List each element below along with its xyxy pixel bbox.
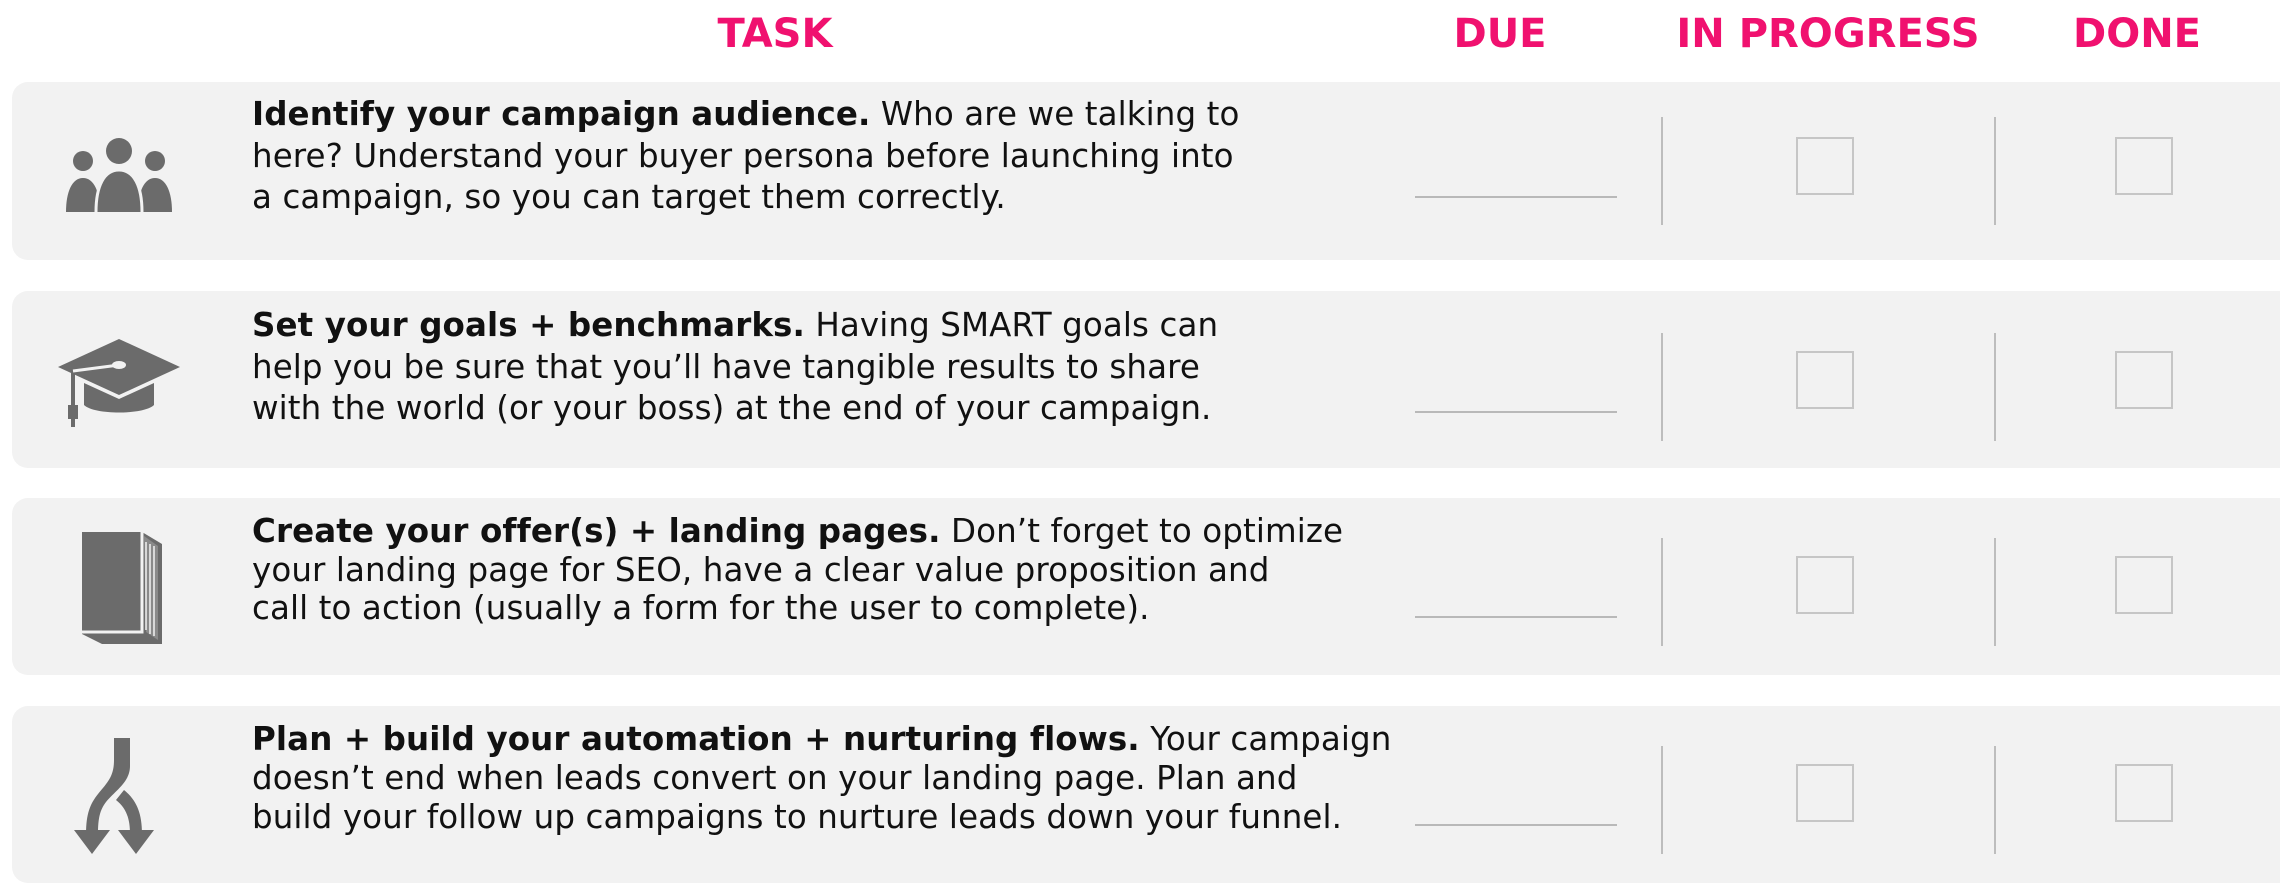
due-date-field[interactable] bbox=[1415, 196, 1617, 198]
graduation-cap-icon bbox=[54, 311, 184, 441]
header-done: DONE bbox=[2072, 11, 2201, 57]
task-row-automation: Plan + build your automation + nurturing… bbox=[12, 706, 2280, 883]
task-title: Plan + build your automation + nurturing… bbox=[252, 720, 1140, 758]
in-progress-checkbox[interactable] bbox=[1796, 137, 1854, 195]
task-title: Create your offer(s) + landing pages. bbox=[252, 512, 941, 550]
task-row-goals: Set your goals + benchmarks. Having SMAR… bbox=[12, 291, 2280, 468]
people-icon bbox=[54, 106, 184, 236]
task-description: Set your goals + benchmarks. Having SMAR… bbox=[252, 306, 1219, 427]
task-description: Identify your campaign audience. Who are… bbox=[252, 95, 1240, 216]
done-checkbox[interactable] bbox=[2115, 556, 2173, 614]
task-title: Set your goals + benchmarks. bbox=[252, 306, 805, 344]
column-divider bbox=[1994, 333, 1996, 441]
split-arrows-icon bbox=[54, 730, 184, 860]
header-task: TASK bbox=[717, 11, 833, 57]
task-row-offers: Create your offer(s) + landing pages. Do… bbox=[12, 498, 2280, 675]
task-title: Identify your campaign audience. bbox=[252, 95, 871, 133]
column-divider bbox=[1661, 538, 1663, 646]
done-checkbox[interactable] bbox=[2115, 764, 2173, 822]
column-divider bbox=[1661, 117, 1663, 225]
column-divider bbox=[1994, 746, 1996, 854]
done-checkbox[interactable] bbox=[2115, 351, 2173, 409]
column-divider bbox=[1994, 117, 1996, 225]
task-description: Create your offer(s) + landing pages. Do… bbox=[252, 512, 1344, 627]
due-date-field[interactable] bbox=[1415, 616, 1617, 618]
in-progress-checkbox[interactable] bbox=[1796, 764, 1854, 822]
task-row-audience: Identify your campaign audience. Who are… bbox=[12, 82, 2280, 260]
in-progress-checkbox[interactable] bbox=[1796, 351, 1854, 409]
column-divider bbox=[1994, 538, 1996, 646]
column-divider bbox=[1661, 333, 1663, 441]
book-icon bbox=[54, 522, 184, 652]
in-progress-checkbox[interactable] bbox=[1796, 556, 1854, 614]
column-divider bbox=[1661, 746, 1663, 854]
done-checkbox[interactable] bbox=[2115, 137, 2173, 195]
task-description: Plan + build your automation + nurturing… bbox=[252, 720, 1392, 836]
header-due: DUE bbox=[1453, 11, 1547, 57]
due-date-field[interactable] bbox=[1415, 824, 1617, 826]
due-date-field[interactable] bbox=[1415, 411, 1617, 413]
header-in-progress: IN PROGRESS bbox=[1676, 11, 1980, 57]
